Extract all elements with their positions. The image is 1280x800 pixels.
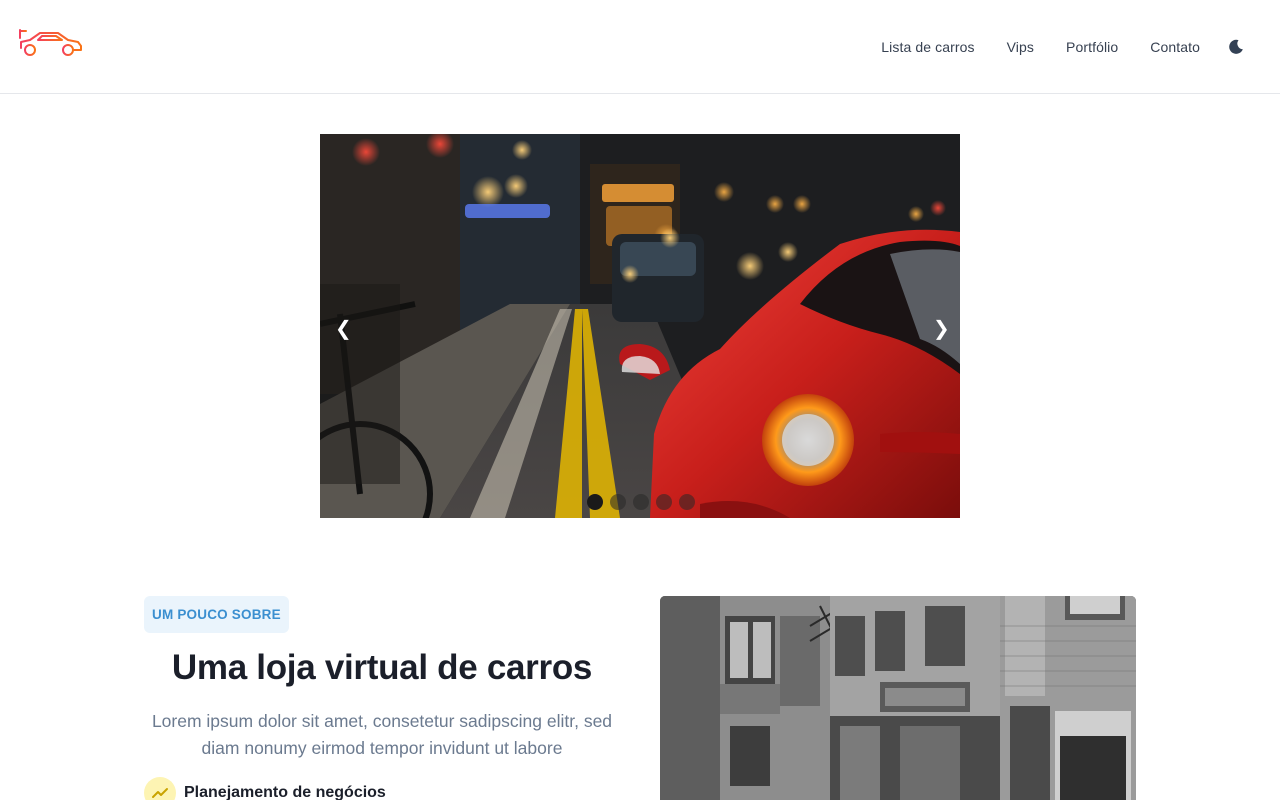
nav-portfolio[interactable]: Portfólio xyxy=(1066,39,1118,55)
section-badge: UM POUCO SOBRE xyxy=(144,596,289,633)
carousel-dot[interactable] xyxy=(633,494,649,510)
race-car-icon xyxy=(19,29,82,56)
carousel-slide-image xyxy=(320,134,960,518)
about-description: Lorem ipsum dolor sit amet, consetetur s… xyxy=(151,711,613,758)
carousel-dot[interactable] xyxy=(587,494,603,510)
feature-icon-wrapper xyxy=(144,777,176,800)
carousel-dot[interactable] xyxy=(679,494,695,510)
theme-toggle-button[interactable] xyxy=(1228,39,1244,55)
about-title: Uma loja virtual de carros xyxy=(171,648,593,687)
site-header: Lista de carros Vips Portfólio Contato xyxy=(0,0,1280,94)
carousel-dot[interactable] xyxy=(610,494,626,510)
feature-label: Planejamento de negócios xyxy=(184,784,386,800)
nav-lista-de-carros[interactable]: Lista de carros xyxy=(881,39,974,55)
main-nav: Lista de carros Vips Portfólio Contato xyxy=(881,0,1244,93)
carousel-prev-button[interactable]: ❮ xyxy=(335,318,352,338)
carousel-indicators xyxy=(587,494,695,510)
carousel-next-button[interactable]: ❯ xyxy=(933,318,950,338)
street-building-image xyxy=(660,596,1136,800)
carousel-dot[interactable] xyxy=(656,494,672,510)
logo[interactable] xyxy=(18,28,84,58)
moon-icon xyxy=(1229,39,1243,54)
feature-item: Planejamento de negócios xyxy=(144,777,386,800)
trend-chart-icon xyxy=(152,788,168,798)
about-photo xyxy=(660,596,1136,800)
nav-vips[interactable]: Vips xyxy=(1007,39,1034,55)
nav-contato[interactable]: Contato xyxy=(1150,39,1200,55)
hero-carousel xyxy=(320,134,960,518)
